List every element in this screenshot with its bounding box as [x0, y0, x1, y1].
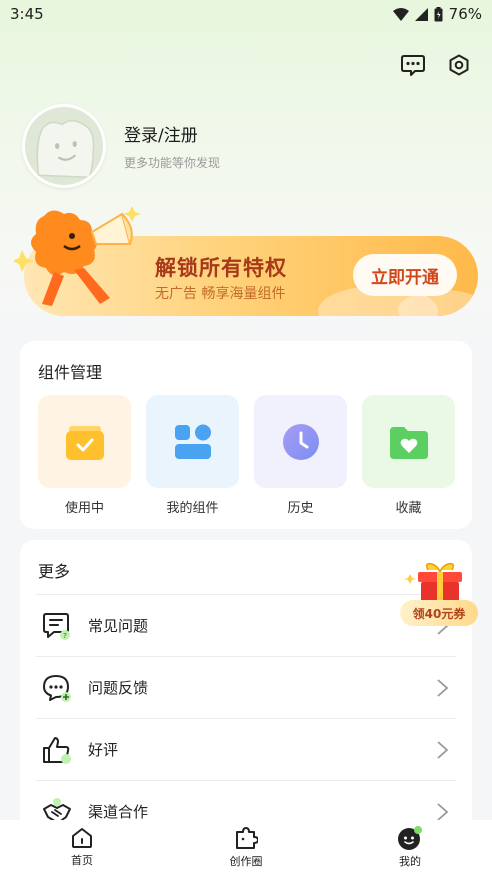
widget-label: 使用中	[64, 501, 104, 516]
puzzle-icon	[236, 827, 258, 849]
list-label: 问题反馈	[88, 679, 149, 697]
list-item-rating[interactable]: 好评	[36, 718, 456, 780]
activate-now-button[interactable]: 立即开通	[353, 254, 457, 296]
list-item-feedback[interactable]: 问题反馈	[36, 656, 456, 718]
coupon-gift-button[interactable]: 领40元券	[398, 560, 482, 630]
vip-title: 解锁所有特权	[155, 256, 287, 280]
widget-my-widgets[interactable]: 我的组件	[146, 395, 239, 516]
feedback-icon	[43, 674, 71, 702]
mine-face-icon	[398, 826, 422, 850]
nav-label: 我的	[399, 855, 421, 868]
thumbs-up-icon-wrap	[42, 735, 72, 765]
chevron-right-icon	[437, 678, 449, 697]
nav-label: 创作圈	[229, 855, 263, 868]
vip-subtitle: 无广告 畅享海量组件	[155, 286, 286, 302]
widget-favorites[interactable]: 收藏	[362, 395, 455, 516]
nav-item-home[interactable]: 首页	[32, 827, 132, 868]
message-icon	[401, 55, 425, 76]
list-label: 常见问题	[88, 617, 149, 635]
settings-button[interactable]	[446, 52, 472, 78]
default-avatar-icon	[36, 119, 95, 178]
bottom-nav: 首页 创作圈 我的	[0, 820, 492, 875]
history-clock-icon	[282, 423, 319, 460]
list-label: 渠道合作	[88, 803, 149, 821]
list-label: 好评	[88, 741, 119, 759]
nav-label: 首页	[71, 854, 93, 867]
avatar[interactable]	[22, 104, 106, 188]
status-bar: 3:45 76%	[0, 0, 492, 28]
home-icon	[72, 828, 92, 848]
favorites-heart-folder-icon	[389, 426, 428, 459]
thumbs-up-icon	[43, 736, 71, 764]
feedback-icon-wrap	[42, 673, 72, 703]
profile-subtitle: 更多功能等你发现	[124, 156, 221, 170]
widget-tile[interactable]	[362, 395, 455, 488]
battery-level: 76%	[448, 5, 482, 23]
widget-tile[interactable]	[146, 395, 239, 488]
widget-label: 历史	[287, 501, 314, 516]
widget-history[interactable]: 历史	[254, 395, 347, 516]
widget-management-card: 组件管理 使用中 我的组件 历史 收藏	[20, 341, 472, 529]
widget-management-title: 组件管理	[38, 363, 103, 382]
nav-item-creation-circle[interactable]: 创作圈	[196, 826, 296, 869]
signal-icon	[414, 7, 428, 21]
wifi-icon	[392, 7, 409, 21]
mascot-megaphone-illustration	[14, 206, 141, 306]
login-register-link[interactable]: 登录/注册	[124, 121, 220, 146]
in-use-folder-icon	[65, 425, 104, 460]
chevron-right-icon	[437, 740, 449, 759]
my-widgets-icon	[174, 424, 211, 459]
widget-in-use[interactable]: 使用中	[38, 395, 131, 516]
list-item-faq[interactable]: ? 常见问题	[36, 594, 456, 656]
profile-section[interactable]: 登录/注册 更多功能等你发现	[22, 104, 220, 188]
widget-tile[interactable]	[38, 395, 131, 488]
widget-grid: 使用中 我的组件 历史 收藏	[38, 395, 455, 516]
settings-hexagon-icon	[449, 54, 469, 76]
profile-text: 登录/注册 更多功能等你发现	[124, 121, 220, 171]
svg-text:?: ?	[63, 632, 67, 640]
status-time: 3:45	[10, 5, 44, 23]
status-icons: 76%	[392, 5, 482, 23]
more-title: 更多	[38, 562, 71, 581]
widget-label: 我的组件	[166, 501, 219, 516]
top-actions	[400, 52, 472, 78]
coupon-label: 领40元券	[400, 600, 478, 626]
battery-icon	[434, 6, 443, 21]
widget-tile[interactable]	[254, 395, 347, 488]
message-button[interactable]	[400, 52, 426, 78]
more-list: ? 常见问题 问题反馈 好评 渠道合作	[36, 594, 456, 842]
widget-label: 收藏	[395, 501, 422, 516]
nav-item-mine[interactable]: 我的	[360, 826, 460, 869]
faq-icon-wrap: ?	[42, 611, 72, 641]
faq-icon: ?	[43, 612, 70, 640]
chevron-right-icon	[437, 802, 449, 821]
